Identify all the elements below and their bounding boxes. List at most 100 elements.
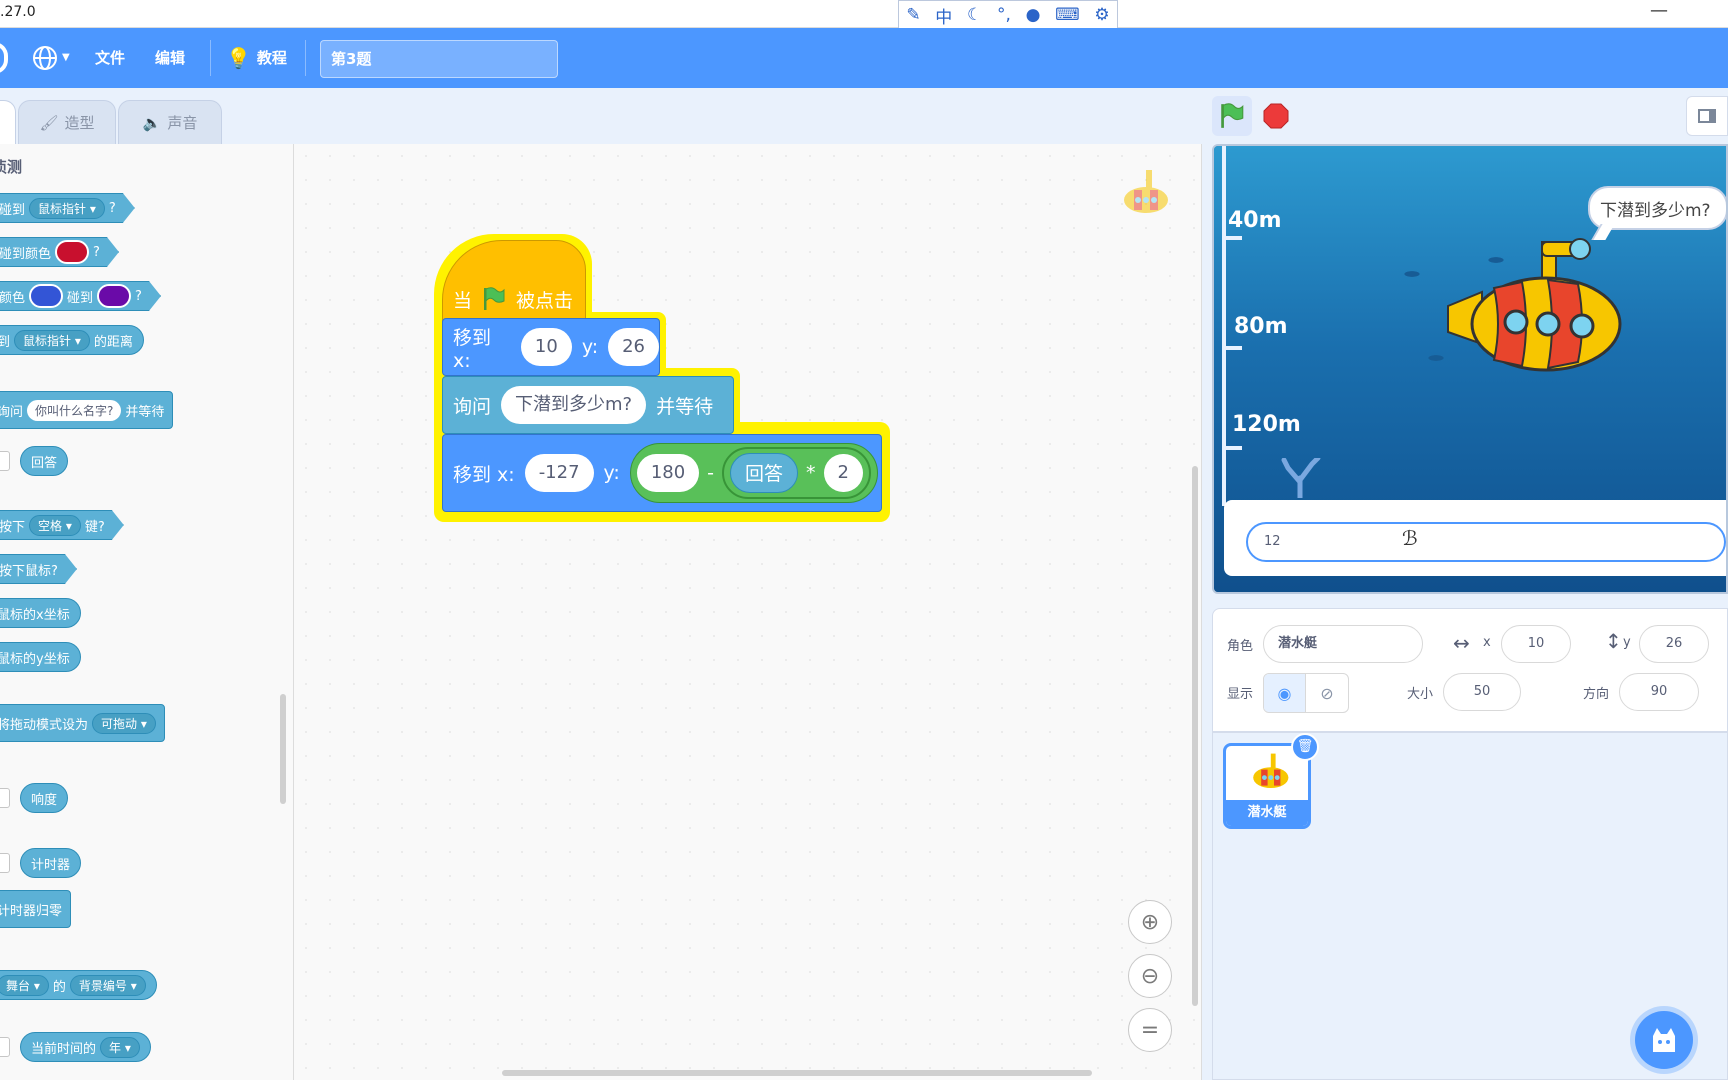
delete-sprite-button[interactable]: 🗑: [1291, 733, 1319, 761]
tab-costumes[interactable]: 🖌 造型: [18, 100, 116, 144]
script-area[interactable]: 当 被点击 移到 x: 10 y: 26 询问 下潜到多少m? 并等待 移到 x…: [294, 144, 1202, 1080]
timer-reporter[interactable]: 计时器: [20, 848, 82, 878]
touching-color-block[interactable]: 碰到颜色 ?: [0, 237, 119, 267]
keyboard-icon[interactable]: ⌨: [1055, 5, 1080, 25]
touching-block[interactable]: 碰到 鼠标指针 ▾ ?: [0, 193, 135, 223]
submarine-sprite[interactable]: [1442, 236, 1632, 386]
color-swatch-blue[interactable]: [29, 284, 63, 308]
horizontal-scrollbar[interactable]: [502, 1070, 1092, 1076]
show-hidden-button[interactable]: ⊘: [1306, 674, 1348, 712]
speech-bubble-text: 下潜到多少m?: [1600, 201, 1711, 221]
dropdown-text: 鼠标指针: [23, 333, 72, 348]
green-flag-button[interactable]: [1212, 96, 1252, 136]
edit-menu[interactable]: 编辑: [155, 28, 185, 88]
answer-reporter[interactable]: 回答: [20, 446, 69, 476]
size-input[interactable]: 50: [1443, 673, 1521, 711]
timer-checkbox[interactable]: [0, 853, 10, 873]
of-sensing-reporter[interactable]: 舞台 ▾ 的 背景编号 ▾: [0, 970, 157, 1000]
x-input[interactable]: -127: [524, 454, 594, 492]
layout-icon: [1698, 109, 1716, 123]
x-position-input[interactable]: 10: [1501, 625, 1571, 663]
coral-icon: [1281, 458, 1321, 498]
mouse-pointer-dropdown[interactable]: 鼠标指针 ▾: [14, 329, 90, 351]
file-menu[interactable]: 文件: [95, 28, 125, 88]
sprite-info-panel: 角色 潜水艇 ↔ x 10 ↕ y 26 显示 ◉ ⊘ 大小 50 方向 90: [1212, 608, 1728, 732]
block-text: y:: [581, 336, 599, 358]
language-menu[interactable]: ▼: [32, 28, 70, 88]
ask-and-wait-block[interactable]: 询问 你叫什么名字? 并等待: [0, 391, 174, 429]
vertical-scrollbar[interactable]: [1192, 466, 1198, 1006]
stop-sign-icon: [1263, 103, 1289, 129]
mouse-y-reporter[interactable]: 鼠标的y坐标: [0, 642, 81, 672]
color-swatch-red[interactable]: [55, 240, 89, 264]
block-text: 并等待: [656, 395, 714, 418]
tutorials-menu[interactable]: 💡 教程: [226, 28, 287, 88]
dropdown-text: 鼠标指针: [38, 201, 87, 216]
palette-scrollbar[interactable]: [280, 694, 286, 804]
zoom-in-button[interactable]: ⊕: [1128, 900, 1172, 944]
sprite-name-input[interactable]: 潜水艇: [1263, 625, 1423, 663]
block-text: 询问: [453, 395, 492, 418]
y-position-input[interactable]: 26: [1639, 625, 1709, 663]
zoom-reset-button[interactable]: =: [1128, 1008, 1172, 1052]
loudness-reporter[interactable]: 响度: [20, 783, 69, 813]
loudness-checkbox[interactable]: [0, 788, 10, 808]
answer-input[interactable]: 12: [1246, 522, 1726, 562]
stage-dropdown[interactable]: 舞台 ▾: [0, 974, 49, 996]
minuend-input[interactable]: 180: [636, 454, 700, 492]
time-unit-dropdown[interactable]: 年 ▾: [100, 1036, 140, 1058]
direction-input[interactable]: 90: [1619, 673, 1699, 711]
tab-sounds[interactable]: 🔈 声音: [118, 100, 222, 144]
drag-mode-dropdown[interactable]: 可拖动 ▾: [92, 712, 156, 734]
multiplier-input[interactable]: 2: [823, 454, 863, 492]
set-drag-mode-block[interactable]: 将拖动模式设为 可拖动 ▾: [0, 704, 165, 742]
subtract-operator[interactable]: 180 - 回答 * 2: [629, 443, 878, 503]
punct-icon[interactable]: °,: [997, 5, 1011, 25]
pencil-box-icon[interactable]: ✎: [906, 5, 920, 25]
gear-icon[interactable]: ⚙: [1094, 5, 1109, 25]
distance-to-block[interactable]: 到 鼠标指针 ▾ 的距离: [0, 325, 144, 355]
ask-and-wait-script-block[interactable]: 询问 下潜到多少m? 并等待: [442, 376, 734, 434]
stage[interactable]: 40m 80m 120m 下潜到多少m? 12 ℬ: [1212, 144, 1728, 594]
mouse-pointer-dropdown[interactable]: 鼠标指针 ▾: [29, 198, 105, 219]
key-pressed-block[interactable]: 按下 空格 ▾ 键?: [0, 510, 124, 540]
block-text: ?: [108, 200, 116, 216]
stop-button[interactable]: [1260, 100, 1292, 132]
when-flag-clicked-block[interactable]: 当 被点击: [442, 240, 586, 328]
tab-code[interactable]: [0, 100, 16, 144]
go-to-xy-answer-block[interactable]: 移到 x: -127 y: 180 - 回答 * 2: [442, 434, 882, 512]
dropdown-text: 空格: [38, 518, 63, 533]
current-time-checkbox[interactable]: [0, 1037, 10, 1057]
scratch-logo[interactable]: [0, 42, 8, 74]
green-flag-icon: [1221, 103, 1244, 128]
user-icon[interactable]: ●: [1026, 5, 1041, 25]
x-input[interactable]: 10: [520, 328, 572, 366]
speaker-icon: 🔈: [142, 113, 162, 132]
project-title-input[interactable]: 第3题: [320, 40, 558, 78]
backdrop-number-dropdown[interactable]: 背景编号 ▾: [69, 974, 146, 996]
dropdown-text: 年: [109, 1040, 122, 1055]
show-visible-button[interactable]: ◉: [1264, 674, 1307, 712]
size-label: 大小: [1407, 687, 1434, 702]
go-to-xy-block[interactable]: 移到 x: 10 y: 26: [442, 318, 660, 376]
answer-reporter-slot[interactable]: 回答: [730, 453, 799, 493]
y-input[interactable]: 26: [608, 328, 659, 366]
ask-question-input[interactable]: 下潜到多少m?: [501, 386, 647, 424]
key-dropdown[interactable]: 空格 ▾: [29, 515, 81, 536]
moon-icon[interactable]: ☾: [967, 5, 982, 25]
stage-layout-button[interactable]: [1686, 96, 1728, 136]
answer-checkbox[interactable]: [0, 451, 10, 471]
color-swatch-purple[interactable]: [97, 284, 131, 308]
ask-text-input[interactable]: 你叫什么名字?: [27, 399, 122, 421]
color-touching-color-block[interactable]: 颜色 碰到 ?: [0, 281, 161, 311]
mouse-down-block[interactable]: 按下鼠标?: [0, 554, 77, 584]
zh-icon[interactable]: 中: [935, 3, 952, 28]
block-text: 按下: [0, 519, 26, 535]
multiply-operator[interactable]: 回答 * 2: [722, 447, 871, 499]
minimize-button[interactable]: —: [1650, 0, 1668, 21]
choose-sprite-button[interactable]: [1635, 1011, 1693, 1069]
mouse-x-reporter[interactable]: 鼠标的x坐标: [0, 598, 81, 628]
reset-timer-block[interactable]: 计时器归零: [0, 890, 72, 928]
zoom-out-button[interactable]: ⊖: [1128, 954, 1172, 998]
current-time-reporter[interactable]: 当前时间的 年 ▾: [20, 1032, 151, 1062]
